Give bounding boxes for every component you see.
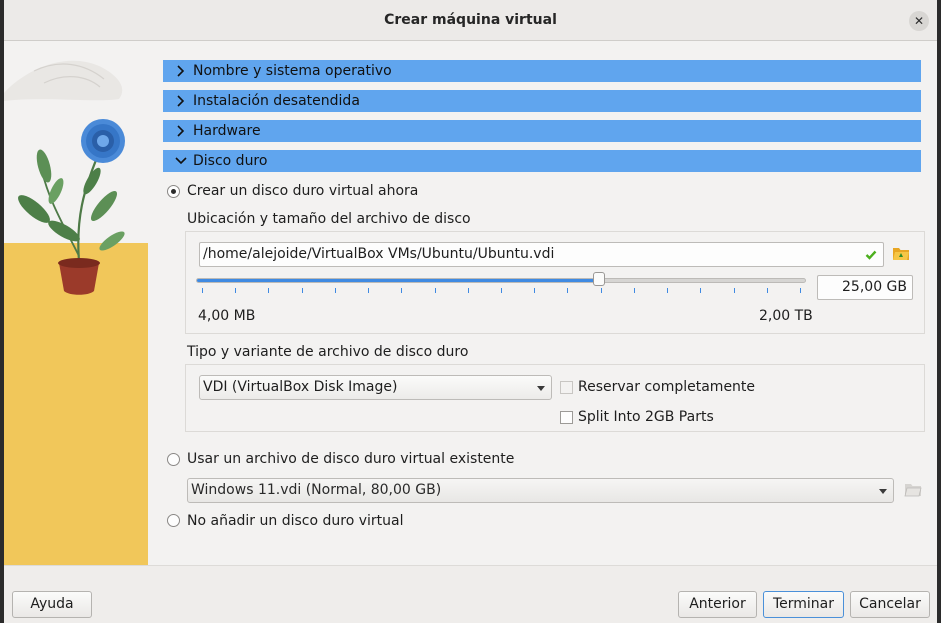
cancel-button[interactable]: Cancelar [850,591,930,618]
folder-open-icon[interactable] [892,244,910,262]
slider-tick [202,288,203,293]
slider-tick [800,288,801,293]
disk-size-value: 25,00 GB [842,279,907,295]
type-group-label: Tipo y variante de archivo de disco duro [187,344,469,360]
checkmark-icon [865,250,877,260]
preallocate-label[interactable]: Reservar completamente [578,379,755,395]
slider-tick [734,288,735,293]
section-label: Instalación desatendida [193,93,360,109]
flower-pot-illustration [4,41,148,565]
dialog-footer: Ayuda Anterior Terminar Cancelar [4,565,937,623]
slider-tick [700,288,701,293]
disk-size-slider-handle[interactable] [593,272,605,286]
chevron-right-icon [177,125,185,137]
create-vm-dialog: Crear máquina virtual ✕ Nombre y sistema… [4,0,937,623]
disk-path-field[interactable]: /home/alejoide/VirtualBox VMs/Ubuntu/Ubu… [199,242,884,267]
wizard-content: Nombre y sistema operativo Instalación d… [148,41,937,565]
chevron-down-icon [537,386,545,391]
chevron-down-icon [175,157,187,165]
chevron-down-icon [879,489,887,494]
slider-tick [401,288,402,293]
existing-disk-value: Windows 11.vdi (Normal, 80,00 GB) [191,482,442,498]
disk-size-slider-track[interactable] [196,278,806,283]
slider-tick [468,288,469,293]
help-button[interactable]: Ayuda [12,591,92,618]
split-2gb-checkbox[interactable] [560,411,573,424]
disk-size-slider-fill [197,279,598,282]
existing-disk-combo[interactable]: Windows 11.vdi (Normal, 80,00 GB) [187,478,894,503]
chevron-right-icon [177,95,185,107]
size-min-label: 4,00 MB [198,308,256,324]
section-label: Disco duro [193,153,268,169]
title-bar: Crear máquina virtual ✕ [4,0,937,41]
no-disk-radio[interactable] [167,514,180,527]
slider-tick [567,288,568,293]
size-max-label: 2,00 TB [759,308,813,324]
close-icon[interactable]: ✕ [909,11,929,31]
slider-tick [767,288,768,293]
location-group-label: Ubicación y tamaño del archivo de disco [187,211,471,227]
existing-disk-label[interactable]: Usar un archivo de disco duro virtual ex… [187,451,514,467]
folder-open-icon[interactable] [904,482,922,498]
wizard-illustration [4,41,148,565]
split-2gb-label[interactable]: Split Into 2GB Parts [578,409,714,425]
slider-tick [235,288,236,293]
section-unattended-install[interactable]: Instalación desatendida [163,90,921,112]
slider-tick [368,288,369,293]
slider-tick [667,288,668,293]
chevron-right-icon [177,65,185,77]
back-button[interactable]: Anterior [678,591,757,618]
disk-type-group: VDI (VirtualBox Disk Image) Reservar com… [185,364,925,432]
disk-type-value: VDI (VirtualBox Disk Image) [203,379,398,395]
create-disk-radio[interactable] [167,185,180,198]
slider-tick [634,288,635,293]
disk-path-value: /home/alejoide/VirtualBox VMs/Ubuntu/Ubu… [203,246,555,262]
slider-tick [302,288,303,293]
section-hardware[interactable]: Hardware [163,120,921,142]
slider-tick [534,288,535,293]
slider-tick [601,288,602,293]
section-hard-disk[interactable]: Disco duro [163,150,921,172]
preallocate-checkbox[interactable] [560,381,573,394]
slider-tick [435,288,436,293]
slider-tick [335,288,336,293]
section-label: Nombre y sistema operativo [193,63,392,79]
section-label: Hardware [193,123,261,139]
create-disk-label[interactable]: Crear un disco duro virtual ahora [187,183,418,199]
no-disk-label[interactable]: No añadir un disco duro virtual [187,513,403,529]
existing-disk-radio[interactable] [167,453,180,466]
finish-button[interactable]: Terminar [763,591,844,618]
disk-size-input[interactable]: 25,00 GB [817,275,913,300]
slider-tick [501,288,502,293]
slider-tick [268,288,269,293]
disk-type-combo[interactable]: VDI (VirtualBox Disk Image) [199,375,552,400]
section-name-os[interactable]: Nombre y sistema operativo [163,60,921,82]
window-title: Crear máquina virtual [384,12,557,28]
